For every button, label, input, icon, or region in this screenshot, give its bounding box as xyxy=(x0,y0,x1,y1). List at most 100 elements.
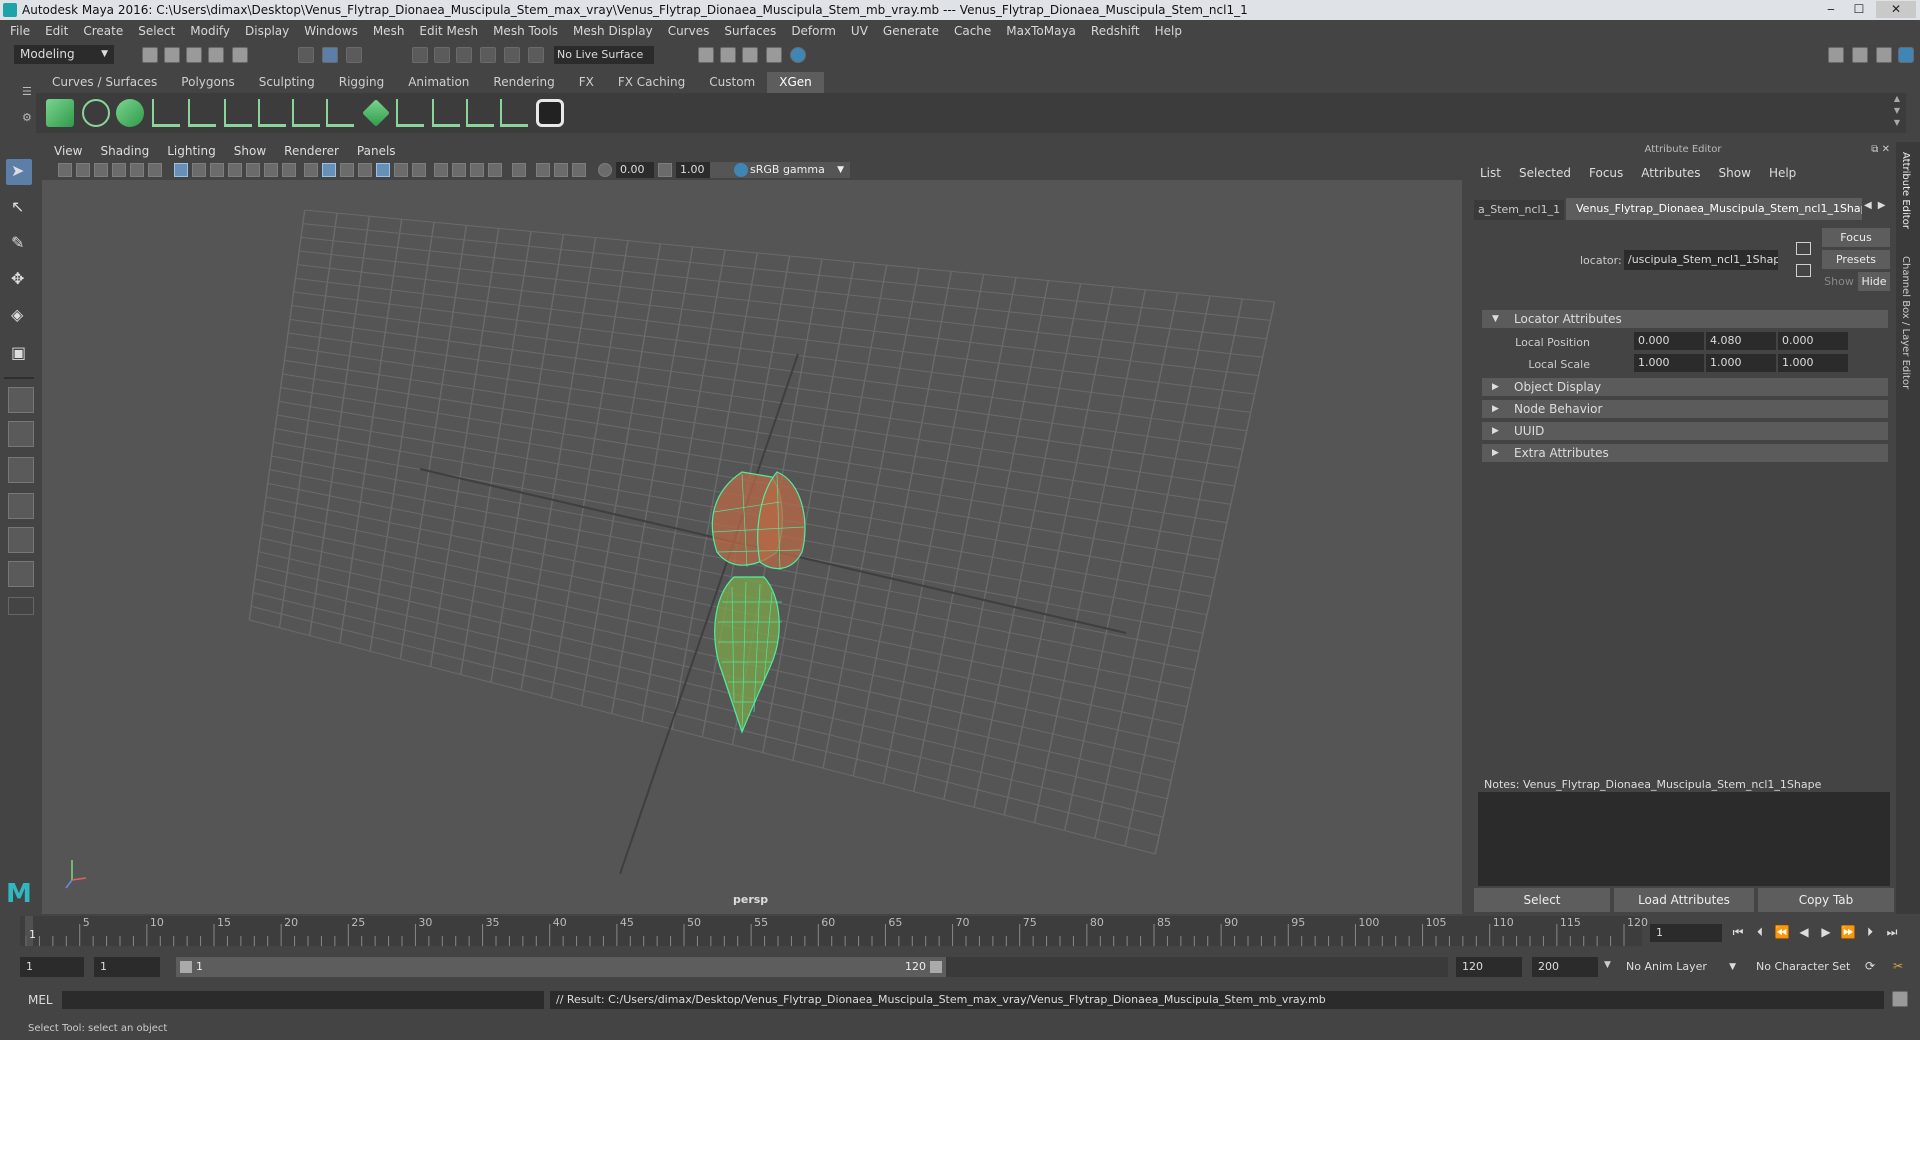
menu-windows[interactable]: Windows xyxy=(304,24,358,38)
textured-icon[interactable] xyxy=(376,163,390,177)
hypershade-layout-button[interactable] xyxy=(8,527,34,553)
2d-pan-zoom-icon[interactable] xyxy=(130,163,144,177)
smooth-shade-icon[interactable] xyxy=(322,163,336,177)
ae-menu-focus[interactable]: Focus xyxy=(1589,166,1623,180)
exposure-icon[interactable] xyxy=(598,163,612,177)
local-position-z-field[interactable]: 0.000 xyxy=(1778,332,1848,350)
xgen-rotate-guide-icon[interactable] xyxy=(258,99,286,127)
time-slider-track[interactable]: 1 5 10 15 20 25 30 35 40 45 50 55 60 65 70 75 80 85 90 95 10… xyxy=(20,916,1648,946)
open-scene-icon[interactable] xyxy=(164,47,180,63)
xgen-curves-to-guides-icon[interactable] xyxy=(466,99,494,127)
shelf-tab-custom[interactable]: Custom xyxy=(697,72,767,93)
menu-maxtomaya[interactable]: MaxToMaya xyxy=(1006,24,1076,38)
xgen-preview-icon[interactable] xyxy=(82,99,110,127)
character-set-dropdown[interactable]: No Character Set xyxy=(1750,957,1864,977)
safe-action-icon[interactable] xyxy=(264,163,278,177)
step-back-frame-icon[interactable]: ⏴ xyxy=(1752,924,1768,940)
use-default-material-icon[interactable] xyxy=(340,163,354,177)
xgen-move-guide-icon[interactable] xyxy=(224,99,252,127)
new-scene-icon[interactable] xyxy=(142,47,158,63)
tab-scroll-arrows-icon[interactable]: ◀▶ xyxy=(1864,200,1892,211)
menu-mesh-tools[interactable]: Mesh Tools xyxy=(493,24,558,38)
xgen-create-description-icon[interactable] xyxy=(116,99,144,127)
viewport-menu-show[interactable]: Show xyxy=(234,144,266,158)
render-settings-icon[interactable] xyxy=(698,47,714,63)
shelf-tab-animation[interactable]: Animation xyxy=(396,72,481,93)
bookmarks-icon[interactable] xyxy=(94,163,108,177)
copy-tab-button[interactable]: Copy Tab xyxy=(1758,888,1894,912)
layout-more-button[interactable] xyxy=(8,597,34,615)
modeling-toolkit-icon[interactable] xyxy=(1828,47,1844,63)
image-plane-icon[interactable] xyxy=(112,163,126,177)
auto-key-icon[interactable]: ⟳ xyxy=(1862,958,1878,974)
undo-icon[interactable] xyxy=(208,47,224,63)
shadows-icon[interactable] xyxy=(412,163,426,177)
exposure-field[interactable]: 0.00 xyxy=(616,162,654,178)
screen-space-ao-icon[interactable] xyxy=(434,163,448,177)
range-start-handle[interactable] xyxy=(180,961,192,973)
persp-outliner-layout-button[interactable] xyxy=(8,457,34,483)
grease-pencil-icon[interactable] xyxy=(148,163,162,177)
section-locator-attributes[interactable]: ▼ Locator Attributes xyxy=(1482,310,1888,328)
move-tool[interactable]: ✥ xyxy=(6,267,32,293)
shelf-tab-xgen[interactable]: XGen xyxy=(767,72,824,93)
shelf-tab-rigging[interactable]: Rigging xyxy=(327,72,396,93)
render-view-icon[interactable] xyxy=(766,47,782,63)
save-scene-icon[interactable] xyxy=(186,47,202,63)
chevron-down-icon[interactable]: ▼ xyxy=(1604,960,1611,970)
xray-joints-icon[interactable] xyxy=(572,163,586,177)
camera-attributes-icon[interactable] xyxy=(76,163,90,177)
menu-uv[interactable]: UV xyxy=(851,24,868,38)
go-to-output-icon[interactable] xyxy=(1796,264,1811,277)
step-back-key-icon[interactable]: ⏪ xyxy=(1774,924,1790,940)
ipr-render-icon[interactable] xyxy=(742,47,758,63)
render-frame-icon[interactable] xyxy=(720,47,736,63)
section-uuid[interactable]: ▶ UUID xyxy=(1482,422,1888,440)
select-tool[interactable]: ➤ xyxy=(6,159,32,185)
step-forward-key-icon[interactable]: ⏩ xyxy=(1840,924,1856,940)
script-editor-icon[interactable] xyxy=(1892,991,1908,1007)
command-input[interactable] xyxy=(62,991,544,1009)
film-gate-icon[interactable] xyxy=(192,163,206,177)
local-position-y-field[interactable]: 4.080 xyxy=(1706,332,1776,350)
four-view-layout-button[interactable] xyxy=(8,421,34,447)
hypershade-icon[interactable] xyxy=(790,47,806,63)
attribute-editor-toggle-icon[interactable] xyxy=(1898,47,1914,63)
animation-end-field[interactable]: 200 xyxy=(1532,957,1598,977)
xray-icon[interactable] xyxy=(536,163,550,177)
menu-edit-mesh[interactable]: Edit Mesh xyxy=(419,24,478,38)
xgen-add-guide-icon[interactable] xyxy=(188,99,216,127)
xray-active-components-icon[interactable] xyxy=(554,163,568,177)
rotate-tool[interactable]: ◈ xyxy=(6,303,32,329)
ae-tab-shape[interactable]: Venus_Flytrap_Dionaea_Muscipula_Stem_ncl… xyxy=(1566,198,1862,220)
shelf-tab-rendering[interactable]: Rendering xyxy=(481,72,566,93)
menu-select[interactable]: Select xyxy=(138,24,175,38)
channel-box-toggle-icon[interactable] xyxy=(1852,47,1868,63)
playback-start-field[interactable]: 1 xyxy=(94,957,160,977)
local-scale-y-field[interactable]: 1.000 xyxy=(1706,354,1776,372)
xgen-editor-icon[interactable] xyxy=(46,99,74,127)
wireframe-on-shaded-icon[interactable] xyxy=(358,163,372,177)
section-node-behavior[interactable]: ▶ Node Behavior xyxy=(1482,400,1888,418)
menu-display[interactable]: Display xyxy=(245,24,289,38)
menu-edit[interactable]: Edit xyxy=(45,24,68,38)
hide-button[interactable]: Hide xyxy=(1858,272,1890,291)
step-forward-frame-icon[interactable]: ⏵ xyxy=(1862,924,1878,940)
wireframe-icon[interactable] xyxy=(304,163,318,177)
ae-menu-show[interactable]: Show xyxy=(1719,166,1751,180)
play-backwards-icon[interactable]: ◀ xyxy=(1796,924,1812,940)
playback-end-field[interactable]: 120 xyxy=(1456,957,1522,977)
go-to-input-icon[interactable] xyxy=(1796,242,1811,255)
motion-blur-icon[interactable] xyxy=(452,163,466,177)
viewport-menu-renderer[interactable]: Renderer xyxy=(284,144,339,158)
ae-menu-help[interactable]: Help xyxy=(1769,166,1796,180)
ae-menu-attributes[interactable]: Attributes xyxy=(1641,166,1700,180)
color-space-dropdown[interactable]: sRGB gamma ▼ xyxy=(710,162,850,178)
menuset-dropdown[interactable]: Modeling ▼ xyxy=(14,45,114,64)
anti-aliasing-icon[interactable] xyxy=(470,163,484,177)
xgen-layer-icon[interactable] xyxy=(362,99,390,127)
viewport-menu-lighting[interactable]: Lighting xyxy=(167,144,216,158)
snap-projected-center-icon[interactable] xyxy=(480,47,496,63)
panel-float-close-icon[interactable]: ⧉ ✕ xyxy=(1871,144,1890,155)
menu-file[interactable]: File xyxy=(10,24,30,38)
